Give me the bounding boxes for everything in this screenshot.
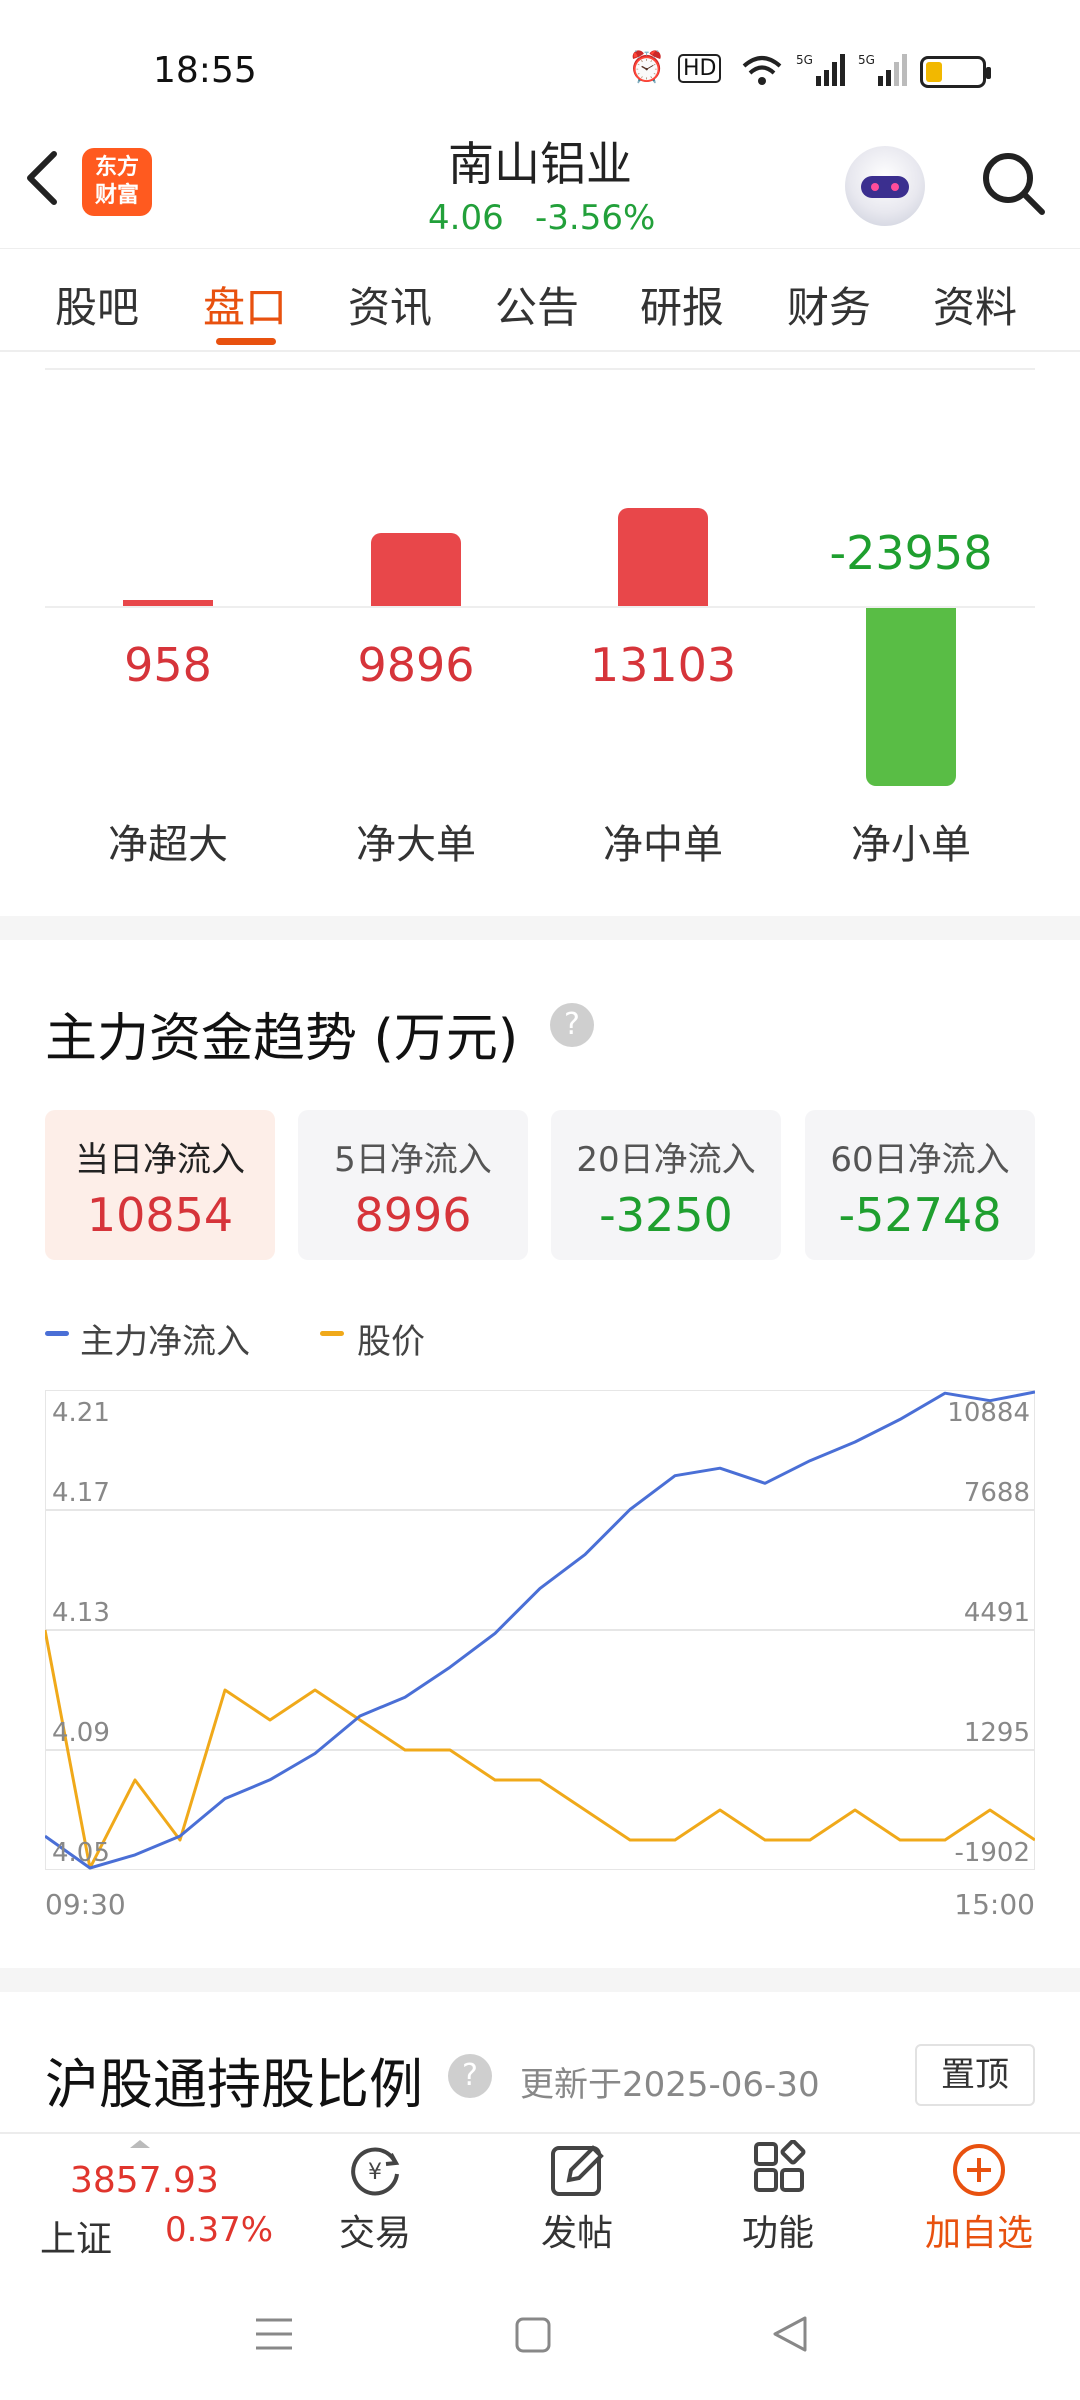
card-20day-value: -3250	[599, 1188, 733, 1242]
bar-value-super: 958	[124, 638, 212, 692]
signal-icon-2: 5G	[858, 53, 907, 86]
right-tick-3: 1295	[963, 1718, 1030, 1748]
bar-net-small	[866, 608, 956, 786]
section-separator-2	[0, 1968, 1080, 1992]
bar-net-large	[371, 533, 461, 606]
legend-price-label: 股价	[357, 1322, 425, 1362]
help-icon[interactable]: ?	[550, 1003, 594, 1047]
post-button[interactable]: 发帖	[507, 2140, 647, 2256]
back-nav-icon[interactable]	[771, 2314, 809, 2354]
left-tick-3: 4.09	[52, 1718, 110, 1748]
holding-title: 沪股通持股比例	[45, 2053, 423, 2116]
stock-change: -3.56%	[535, 198, 656, 238]
add-watchlist-button[interactable]: 加自选	[909, 2140, 1049, 2256]
card-60day-label: 60日净流入	[830, 1140, 1010, 1180]
right-tick-1: 7688	[963, 1478, 1030, 1508]
card-20day-label: 20日净流入	[576, 1140, 756, 1180]
tab-guba[interactable]: 股吧	[55, 274, 139, 335]
right-tick-2: 4491	[963, 1598, 1030, 1628]
tab-news[interactable]: 资讯	[348, 274, 432, 335]
right-tick-4: -1902	[954, 1838, 1030, 1868]
bar-value-medium: 13103	[589, 638, 737, 692]
bar-label-super: 净超大	[108, 822, 228, 868]
index-change[interactable]: 0.37%	[165, 2210, 273, 2250]
left-tick-0: 4.21	[52, 1398, 110, 1428]
svg-text:5G: 5G	[858, 53, 875, 67]
function-button[interactable]: 功能	[708, 2140, 848, 2256]
tab-pankou[interactable]: 盘口	[203, 274, 287, 335]
card-5day-label: 5日净流入	[334, 1140, 492, 1180]
svg-text:¥: ¥	[368, 2160, 382, 2185]
card-60day[interactable]: 60日净流入 -52748	[805, 1110, 1035, 1260]
status-time: 18:55	[153, 50, 257, 91]
card-60day-value: -52748	[838, 1188, 1002, 1242]
card-5day-value: 8996	[354, 1188, 472, 1242]
bar-net-super	[123, 600, 213, 606]
bar-label-small: 净小单	[851, 822, 971, 868]
time-start: 09:30	[45, 1888, 126, 1921]
right-tick-0: 10884	[947, 1398, 1030, 1428]
divider	[45, 368, 1035, 370]
left-tick-2: 4.13	[52, 1598, 110, 1628]
left-tick-4: 4.05	[52, 1838, 110, 1868]
trend-chart	[45, 1390, 1035, 1870]
trade-button[interactable]: ¥ 交易	[305, 2140, 445, 2256]
index-value[interactable]: 3857.93	[70, 2160, 219, 2201]
legend-price-swatch	[320, 1331, 344, 1336]
hd-icon: HD	[678, 54, 722, 83]
signal-icon-1: 5G	[796, 53, 845, 86]
index-name[interactable]: 上证	[40, 2210, 112, 2262]
holding-update-date: 更新于2025-06-30	[520, 2065, 820, 2105]
card-today-value: 10854	[86, 1188, 234, 1242]
trade-icon: ¥	[351, 2147, 400, 2196]
alarm-icon: ⏰	[628, 50, 666, 85]
time-end: 15:00	[954, 1888, 1035, 1921]
tab-active-indicator	[216, 338, 276, 345]
card-today[interactable]: 当日净流入 10854	[45, 1110, 275, 1260]
grid-icon	[754, 2140, 806, 2192]
add-circle-icon	[953, 2144, 1005, 2196]
tab-research[interactable]: 研报	[640, 274, 724, 335]
menu-icon[interactable]	[254, 2316, 294, 2352]
svg-text:5G: 5G	[796, 53, 813, 67]
wifi-icon	[742, 56, 782, 85]
stock-price: 4.06	[428, 198, 504, 238]
bar-net-medium	[618, 508, 708, 606]
search-icon[interactable]	[978, 148, 1048, 218]
tab-announcement[interactable]: 公告	[495, 274, 579, 335]
bar-label-medium: 净中单	[603, 822, 723, 868]
legend-main-swatch	[45, 1331, 69, 1336]
card-20day[interactable]: 20日净流入 -3250	[551, 1110, 781, 1260]
pin-top-button[interactable]: 置顶	[915, 2044, 1035, 2106]
caret-up-icon	[130, 2140, 150, 2148]
trend-title: 主力资金趋势 (万元)	[45, 1009, 519, 1069]
tab-finance[interactable]: 财务	[787, 274, 871, 335]
tab-profile[interactable]: 资料	[933, 274, 1017, 335]
card-today-label: 当日净流入	[75, 1140, 245, 1180]
holding-help-icon[interactable]: ?	[448, 2054, 492, 2098]
home-icon[interactable]	[514, 2316, 552, 2354]
battery-icon	[920, 56, 991, 88]
section-separator	[0, 916, 1080, 940]
legend-main-label: 主力净流入	[80, 1322, 250, 1362]
bar-label-large: 净大单	[356, 822, 476, 868]
assistant-robot-icon[interactable]	[845, 146, 925, 226]
status-bar: 18:55 ⏰ HD 5G 5G	[0, 0, 1080, 130]
bar-value-large: 9896	[357, 638, 475, 692]
card-5day[interactable]: 5日净流入 8996	[298, 1110, 528, 1260]
left-tick-1: 4.17	[52, 1478, 110, 1508]
bar-value-small: -23958	[829, 526, 993, 580]
edit-icon	[551, 2145, 604, 2196]
